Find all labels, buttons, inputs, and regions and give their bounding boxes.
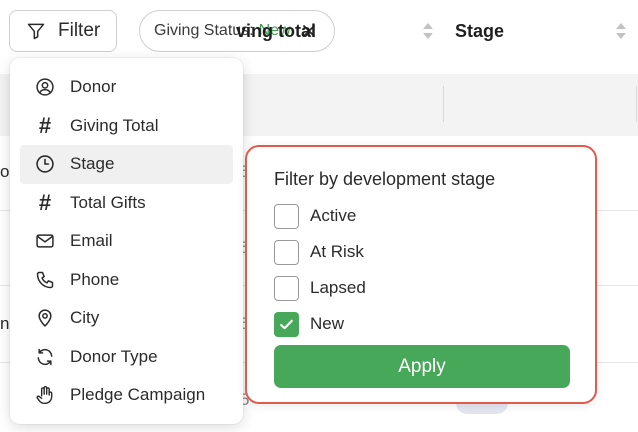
checkmark-icon (280, 319, 293, 329)
checkbox-lapsed[interactable] (274, 275, 299, 301)
table-cell-fragment: o (0, 162, 10, 181)
option-new[interactable]: New (274, 311, 344, 337)
phone-icon (34, 269, 56, 291)
menu-item-label: Donor Type (70, 346, 158, 366)
menu-item-email[interactable]: Email (20, 222, 233, 261)
menu-item-stage[interactable]: Stage (20, 145, 233, 184)
menu-item-donor[interactable]: Donor (20, 68, 233, 107)
checkbox-at-risk[interactable] (274, 239, 299, 265)
map-pin-icon (34, 307, 56, 329)
option-lapsed[interactable]: Lapsed (274, 275, 366, 301)
filter-button[interactable]: Filter (9, 10, 117, 52)
stage-filter-popover: Filter by development stage Active At Ri… (245, 145, 597, 404)
menu-item-label: Stage (70, 154, 115, 174)
option-at-risk[interactable]: At Risk (274, 239, 364, 265)
checkbox-new[interactable] (274, 311, 299, 337)
menu-item-giving-total[interactable]: # Giving Total (20, 107, 233, 146)
popover-title: Filter by development stage (274, 169, 496, 189)
column-header-label: Stage (455, 20, 505, 41)
clock-icon (34, 153, 56, 175)
hand-icon (34, 384, 56, 406)
column-divider (443, 86, 444, 122)
menu-item-pledge-campaign[interactable]: Pledge Campaign (20, 376, 233, 415)
sort-icon (615, 22, 627, 45)
hash-icon: # (38, 112, 52, 138)
sort-icon (422, 22, 434, 45)
apply-button[interactable]: Apply (274, 345, 570, 388)
menu-item-label: Phone (70, 269, 120, 289)
option-active[interactable]: Active (274, 203, 356, 229)
menu-item-total-gifts[interactable]: # Total Gifts (20, 184, 233, 223)
menu-item-label: Email (70, 231, 113, 251)
menu-item-label: Donor (70, 77, 117, 97)
envelope-icon (34, 230, 56, 252)
option-label: At Risk (310, 242, 364, 261)
option-label: Active (310, 206, 357, 225)
column-divider (636, 86, 637, 122)
menu-item-phone[interactable]: Phone (20, 261, 233, 300)
column-header-stage[interactable]: Stage (455, 0, 635, 62)
refresh-icon (34, 346, 56, 368)
option-label: New (310, 314, 345, 333)
option-label: Lapsed (310, 278, 366, 297)
menu-item-label: Total Gifts (70, 192, 146, 212)
table-cell-fragment: n (0, 314, 10, 333)
menu-item-label: Giving Total (70, 115, 159, 135)
user-circle-icon (34, 76, 56, 98)
menu-item-city[interactable]: City (20, 299, 233, 338)
filter-field-menu: Donor # Giving Total Stage # Total Gifts… (10, 58, 243, 424)
column-header-label: ving total (236, 20, 316, 41)
hash-icon: # (38, 189, 52, 215)
menu-item-label: City (70, 308, 100, 328)
checkbox-active[interactable] (274, 203, 299, 229)
funnel-icon (26, 21, 46, 41)
column-header-giving-total[interactable]: ving total (236, 0, 442, 62)
filter-button-label: Filter (58, 20, 101, 41)
menu-item-label: Pledge Campaign (70, 385, 206, 405)
menu-item-donor-type[interactable]: Donor Type (20, 338, 233, 377)
